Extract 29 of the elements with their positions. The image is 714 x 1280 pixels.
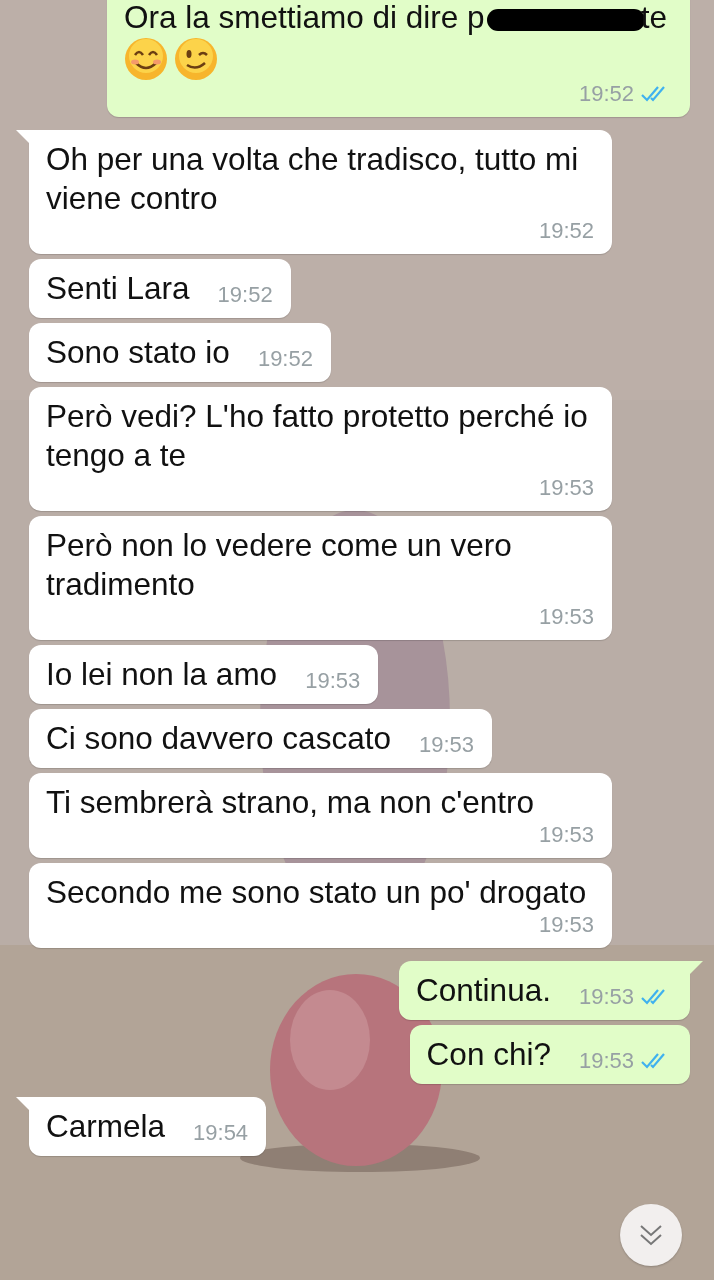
message-time: 19:53	[578, 1048, 634, 1074]
message-time: 19:53	[578, 984, 634, 1010]
message-time: 19:54	[193, 1120, 249, 1146]
message-text: te	[640, 0, 667, 35]
winking-face-icon	[174, 37, 218, 81]
message-text: Ti sembrerà strano, ma non c'entro	[46, 784, 535, 820]
message-text: Ci sono davvero cascato	[46, 720, 391, 756]
smiling-face-icon	[124, 37, 168, 81]
message-time: 19:52	[257, 346, 313, 372]
message-text: Oh per una volta che tradisco, tutto mi viene contro	[46, 141, 579, 216]
message-time: 19:52	[217, 282, 273, 308]
message-text: Ora la smettiamo di dire p	[124, 0, 485, 35]
message-text: Con chi?	[426, 1036, 551, 1072]
message-time: 19:52	[538, 218, 594, 244]
message-time: 19:53	[538, 822, 594, 848]
message-text: Però non lo vedere come un vero tradimento	[46, 527, 512, 602]
message-time: 19:53	[538, 912, 594, 938]
message-text: Senti Lara	[46, 270, 190, 306]
message-time: 19:53	[538, 604, 594, 630]
message-text: Però vedi? L'ho fatto protetto perché io tengo a te	[46, 398, 588, 473]
message-time: 19:53	[418, 732, 474, 758]
message-time: 19:52	[578, 81, 634, 107]
message-text: Io lei non la amo	[46, 656, 278, 692]
message-text: Secondo me sono stato un po' drogato	[46, 874, 587, 910]
message-text: Sono stato io	[46, 334, 230, 370]
message-text: Carmela	[46, 1108, 166, 1144]
message-time: 19:53	[538, 475, 594, 501]
message-text: Continua.	[416, 972, 551, 1008]
message-time: 19:53	[305, 668, 361, 694]
